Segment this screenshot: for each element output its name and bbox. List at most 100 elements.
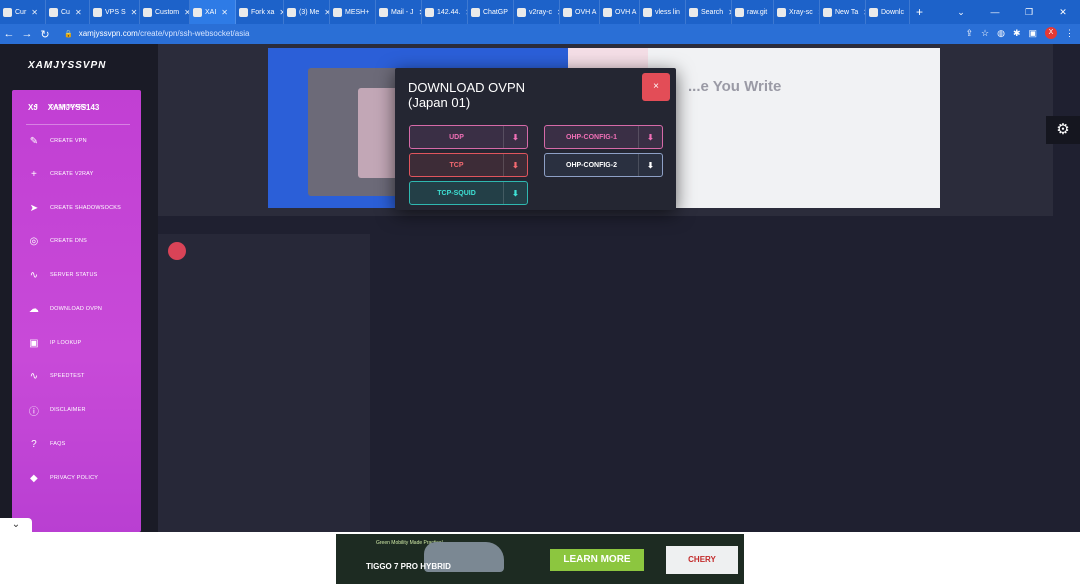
browser-tab[interactable]: VPS S ✕	[90, 0, 140, 24]
learn-more-button[interactable]: LEARN MORE	[550, 549, 644, 571]
sidebar-item-privacy-policy[interactable]: ◆ PRIVACY POLICY	[28, 472, 98, 484]
tab-favicon-icon	[735, 7, 744, 17]
server-info-card	[158, 234, 370, 532]
download-ohp-config-1-button[interactable]: OHP-CONFIG-1 ⬇	[544, 125, 663, 149]
close-button[interactable]: ×	[642, 73, 670, 101]
browser-tab[interactable]: raw.git✕	[732, 0, 774, 24]
browser-tab[interactable]: OVH A✕	[560, 0, 600, 24]
sidebar-item-create-dns[interactable]: ◎ CREATE DNS	[28, 235, 87, 247]
sidebar-item-label: CREATE V2RAY	[50, 171, 94, 177]
tab-favicon-icon	[193, 7, 202, 17]
puzzle-icon[interactable]: ✱	[1013, 28, 1021, 39]
brand-logo[interactable]: XAMJYSSVPN	[28, 60, 106, 71]
browser-tab[interactable]: vless lin✕	[640, 0, 686, 24]
download-tcp-button[interactable]: TCP ⬇	[409, 153, 528, 177]
tab-close-icon[interactable]: ✕	[221, 8, 228, 17]
browser-tab[interactable]: v2ray-c✕	[514, 0, 560, 24]
tab-favicon-icon	[643, 7, 652, 17]
tab-label: Cur	[15, 8, 27, 16]
button-label: OHP-CONFIG-2	[566, 161, 617, 169]
download-icon: ⬇	[503, 154, 527, 176]
sidebar-item-label: DASHBOARD	[50, 104, 87, 110]
tab-close-icon[interactable]: ✕	[75, 8, 82, 17]
collapse-ad-chevron-icon[interactable]: ⌄	[0, 518, 32, 534]
tab-favicon-icon	[3, 7, 12, 17]
tab-label: Xray-sc	[789, 8, 813, 16]
browser-tab[interactable]: Downlc✕	[866, 0, 910, 24]
button-label: UDP	[449, 133, 464, 141]
download-icon: ⬇	[503, 126, 527, 148]
sidebar-item-label: SPEEDTEST	[50, 373, 85, 379]
bookmark-star-icon[interactable]: ☆	[981, 28, 989, 39]
hero-title: ...e You Write	[688, 78, 782, 95]
browser-tab[interactable]: Cu ✕	[46, 0, 90, 24]
download-tcp-squid-button[interactable]: TCP-SQUID ⬇	[409, 181, 528, 205]
share-icon[interactable]: ⇪	[965, 28, 973, 39]
tab-label: Search	[701, 8, 724, 16]
tab-favicon-icon	[471, 7, 480, 17]
sidebar-item-ip-lookup[interactable]: ▣ IP LOOKUP	[28, 337, 81, 349]
sidebar-item-label: IP LOOKUP	[50, 340, 82, 346]
sidebar: XAMJYSSVPN XJ XAMJYSS143 ◔ DASHBOARD ✎ CREAT…	[0, 44, 158, 532]
sidebar-item-disclaimer[interactable]: ⓘ DISCLAIMER	[28, 404, 86, 418]
tab-close-icon[interactable]: ✕	[31, 8, 38, 17]
sidebar-item-create-vpn[interactable]: ✎ CREATE VPN	[28, 135, 87, 147]
sidebar-item-create-shadowsocks[interactable]: ➤ CREATE SHADOWSOCKS	[28, 202, 121, 214]
restore-icon[interactable]: ❐	[1012, 0, 1046, 24]
tab-favicon-icon	[287, 7, 296, 17]
browser-tab[interactable]: Cur ✕	[0, 0, 46, 24]
browser-tab[interactable]: 142.44.✕	[422, 0, 468, 24]
settings-gear-icon[interactable]: ⚙	[1046, 116, 1080, 144]
nav-icon: ∿	[29, 269, 39, 281]
browser-tab-strip: Cur✕Cu✕VPS S✕Custom✕XAI✕Fork xa✕(3) Me✕M…	[0, 0, 1080, 24]
sidebar-item-server-status[interactable]: ∿ SERVER STATUS	[28, 269, 98, 281]
download-icon: ⬇	[638, 154, 662, 176]
extension-icon[interactable]: ◍	[997, 28, 1005, 39]
new-tab-button[interactable]: +	[910, 5, 929, 19]
sidebar-item-faqs[interactable]: ? FAQS	[28, 438, 65, 450]
tab-favicon-icon	[689, 7, 698, 17]
tab-label: New Ta	[835, 8, 859, 16]
sidebar-item-speedtest[interactable]: ∿ SPEEDTEST	[28, 370, 85, 382]
browser-tab[interactable]: XAI ✕	[190, 0, 236, 24]
sidepanel-icon[interactable]: ▣	[1028, 28, 1037, 39]
ad-banner[interactable]: Green Mobility Made Practical TIGGO 7 PR…	[336, 534, 744, 584]
browser-tab[interactable]: New Ta✕	[820, 0, 866, 24]
browser-tab[interactable]: MESH+✕	[330, 0, 376, 24]
nav-icon: ✎	[29, 135, 39, 147]
browser-tab[interactable]: OVH A✕	[600, 0, 640, 24]
tab-close-icon[interactable]: ✕	[131, 8, 138, 17]
tab-favicon-icon	[603, 7, 612, 17]
reload-icon[interactable]: ↻	[36, 28, 54, 41]
button-label: TCP-SQUID	[437, 189, 476, 197]
browser-tab[interactable]: Fork xa✕	[236, 0, 284, 24]
tab-label: Custom	[155, 8, 180, 16]
browser-tab[interactable]: Xray-sc✕	[774, 0, 820, 24]
sidebar-item-label: DOWNLOAD OVPN	[50, 306, 103, 312]
window-close-icon[interactable]: ✕	[1046, 0, 1080, 24]
download-udp-button[interactable]: UDP ⬇	[409, 125, 528, 149]
tab-search-icon[interactable]: ⌄	[944, 0, 978, 24]
download-icon: ⬇	[638, 126, 662, 148]
url-field[interactable]: 🔒 xamjyssvpn.com/create/vpn/ssh-websocket…	[64, 27, 249, 41]
nav-icon: ➤	[29, 202, 39, 214]
nav-icon: ☁	[28, 303, 40, 315]
browser-tab[interactable]: (3) Me✕	[284, 0, 330, 24]
sidebar-item-download-ovpn[interactable]: ☁ DOWNLOAD OVPN	[28, 303, 102, 315]
browser-tab[interactable]: ChatGP✕	[468, 0, 514, 24]
profile-avatar[interactable]: X	[1045, 27, 1057, 39]
browser-tab[interactable]: Mail - J✕	[376, 0, 422, 24]
nav-icon: ∿	[29, 370, 39, 382]
sidebar-item-dashboard[interactable]: ◔ DASHBOARD	[28, 101, 87, 113]
minimize-icon[interactable]: —	[978, 0, 1012, 24]
browser-tab[interactable]: Search✕	[686, 0, 732, 24]
back-icon[interactable]: ←	[0, 28, 18, 40]
forward-icon[interactable]: →	[18, 28, 36, 40]
download-ohp-config-2-button[interactable]: OHP-CONFIG-2 ⬇	[544, 153, 663, 177]
sidebar-item-create-v2ray[interactable]: + CREATE V2RAY	[28, 168, 93, 180]
menu-dots-icon[interactable]: ⋮	[1065, 28, 1074, 39]
nav-icon: ⓘ	[28, 406, 40, 418]
browser-tab[interactable]: Custom✕	[140, 0, 190, 24]
ad-brand-logo: CHERY	[666, 546, 738, 574]
modal-title: DOWNLOAD OVPN (Japan 01)	[408, 80, 525, 110]
